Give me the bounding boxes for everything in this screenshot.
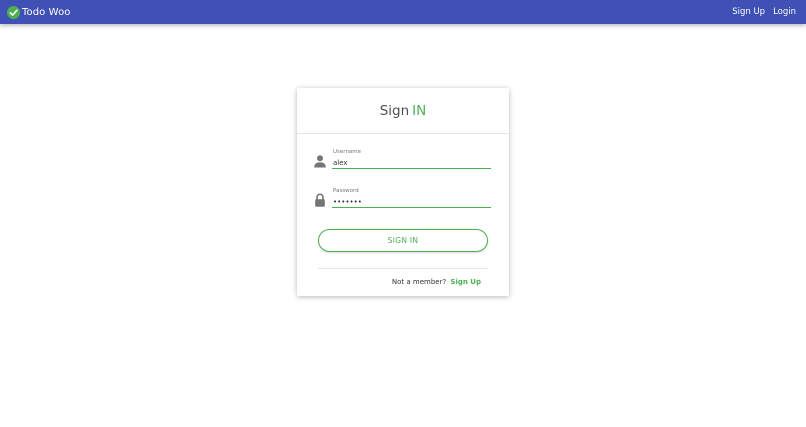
signin-title-main: Sign (379, 102, 410, 119)
signup-link[interactable]: Sign Up (450, 278, 481, 286)
check-circle-icon (7, 5, 20, 19)
signin-title: Sign IN (380, 103, 427, 119)
signup-prompt: Not a member? Sign Up (392, 278, 481, 286)
brand-link[interactable]: Todo Woo (7, 5, 71, 19)
user-icon (313, 154, 327, 168)
card-header: Sign IN (297, 88, 509, 134)
username-field: Username (313, 149, 491, 173)
password-input[interactable] (332, 196, 491, 208)
signin-title-accent: IN (412, 102, 427, 119)
signup-prompt-text: Not a member? (391, 278, 447, 286)
password-label: Password (333, 188, 359, 194)
nav-signup-link[interactable]: Sign Up (732, 7, 765, 17)
username-label: Username (333, 149, 362, 155)
signin-button[interactable]: SIGN IN (318, 229, 488, 252)
nav-login-link[interactable]: Login (773, 7, 796, 17)
card-divider (318, 268, 488, 269)
top-navbar: Todo Woo Sign Up Login (0, 0, 806, 24)
username-input[interactable] (332, 157, 491, 169)
lock-icon (313, 193, 327, 207)
brand-title: Todo Woo (22, 6, 71, 18)
password-field: Password (313, 188, 491, 212)
nav-links: Sign Up Login (724, 7, 796, 17)
signin-card: SignIN Username Password SIGN IN Not a m… (297, 88, 509, 296)
